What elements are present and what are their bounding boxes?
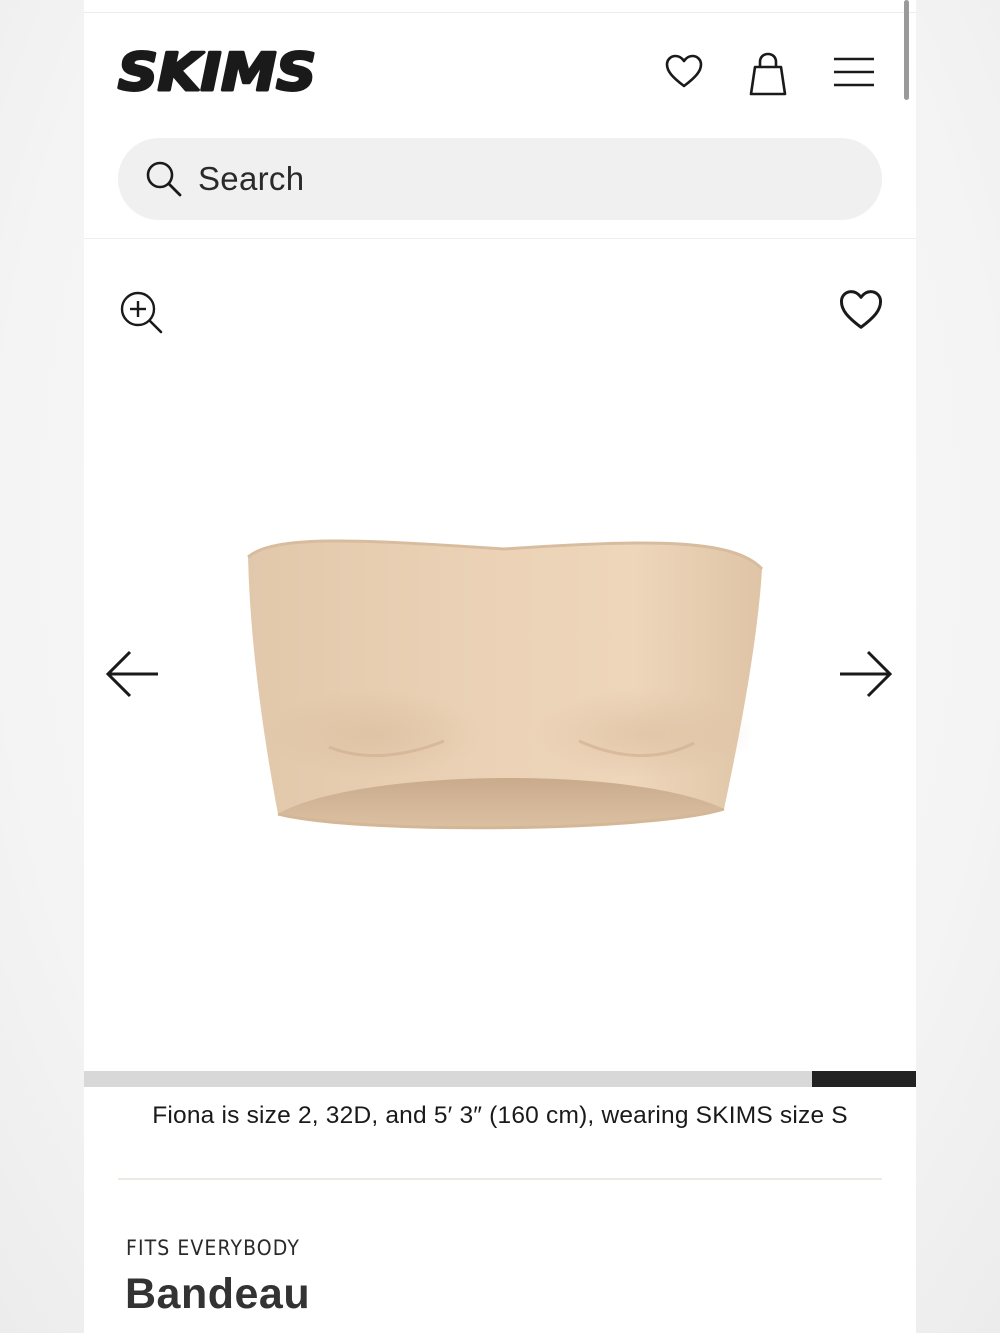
model-fit-note: Fiona is size 2, 32D, and 5′ 3″ (160 cm)… — [152, 1102, 848, 1129]
search-placeholder[interactable]: Search — [198, 160, 304, 198]
product-title: Bandeau — [125, 1270, 311, 1318]
product-image[interactable] — [234, 529, 774, 849]
zoom-in-icon — [120, 291, 163, 334]
arrow-left-icon — [105, 650, 158, 698]
top-divider — [84, 12, 916, 13]
favorite-button[interactable] — [838, 287, 886, 335]
scrollbar[interactable] — [904, 0, 909, 100]
wishlist-button[interactable] — [662, 50, 706, 94]
svg-text:SKIMS: SKIMS — [118, 43, 316, 98]
next-image-button[interactable] — [834, 643, 896, 705]
gallery-progress-fill — [812, 1071, 916, 1087]
skims-logo[interactable]: SKIMS — [116, 40, 320, 99]
menu-button[interactable] — [830, 50, 878, 94]
gallery-progress — [84, 1071, 916, 1087]
heart-icon — [665, 54, 703, 88]
product-gallery[interactable] — [84, 239, 916, 1071]
arrow-right-icon — [840, 650, 893, 698]
heart-icon — [839, 290, 883, 329]
product-page: SKIMS Search Fiona is size 2, 32D, and 5… — [84, 0, 916, 1333]
zoom-button[interactable] — [118, 289, 166, 337]
shopping-bag-icon — [749, 52, 787, 96]
cart-button[interactable] — [746, 50, 790, 98]
search-bar[interactable]: Search — [118, 138, 882, 220]
section-divider — [118, 1178, 882, 1180]
previous-image-button[interactable] — [102, 643, 164, 705]
collection-label[interactable]: FITS EVERYBODY — [126, 1236, 300, 1260]
menu-icon — [834, 57, 874, 87]
search-icon — [144, 159, 184, 199]
